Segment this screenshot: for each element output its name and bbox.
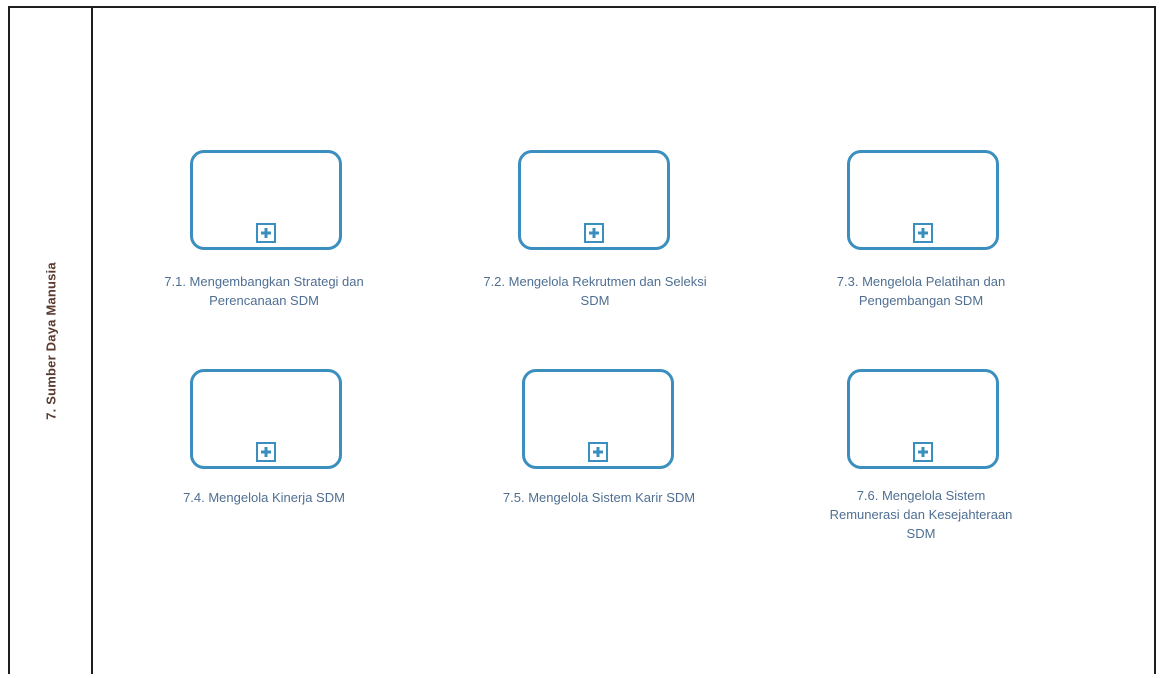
subprocess-task-7-2[interactable] bbox=[518, 150, 670, 250]
task-label-7-5: 7.5. Mengelola Sistem Karir SDM bbox=[502, 490, 696, 505]
lane-header: 7. Sumber Daya Manusia bbox=[10, 8, 93, 674]
lane-label: 7. Sumber Daya Manusia bbox=[43, 262, 58, 420]
subprocess-plus-icon bbox=[588, 442, 608, 462]
subprocess-plus-icon bbox=[256, 223, 276, 243]
subprocess-task-7-5[interactable] bbox=[522, 369, 674, 469]
task-label-7-2: 7.2. Mengelola Rekrutmen dan Seleksi SDM bbox=[483, 274, 707, 308]
subprocess-task-7-1[interactable] bbox=[190, 150, 342, 250]
swimlane-pool: 7. Sumber Daya Manusia bbox=[8, 6, 1156, 674]
subprocess-plus-icon bbox=[913, 442, 933, 462]
subprocess-plus-icon bbox=[913, 223, 933, 243]
task-label-7-4: 7.4. Mengelola Kinerja SDM bbox=[183, 490, 345, 505]
task-label-7-3: 7.3. Mengelola Pelatihan dan Pengembanga… bbox=[836, 274, 1006, 308]
subprocess-task-7-3[interactable] bbox=[847, 150, 999, 250]
subprocess-task-7-6[interactable] bbox=[847, 369, 999, 469]
subprocess-task-7-4[interactable] bbox=[190, 369, 342, 469]
task-label-7-6: 7.6. Mengelola Sistem Remunerasi dan Kes… bbox=[829, 488, 1013, 541]
subprocess-plus-icon bbox=[584, 223, 604, 243]
task-label-7-1: 7.1. Mengembangkan Strategi dan Perencan… bbox=[164, 274, 364, 308]
subprocess-plus-icon bbox=[256, 442, 276, 462]
